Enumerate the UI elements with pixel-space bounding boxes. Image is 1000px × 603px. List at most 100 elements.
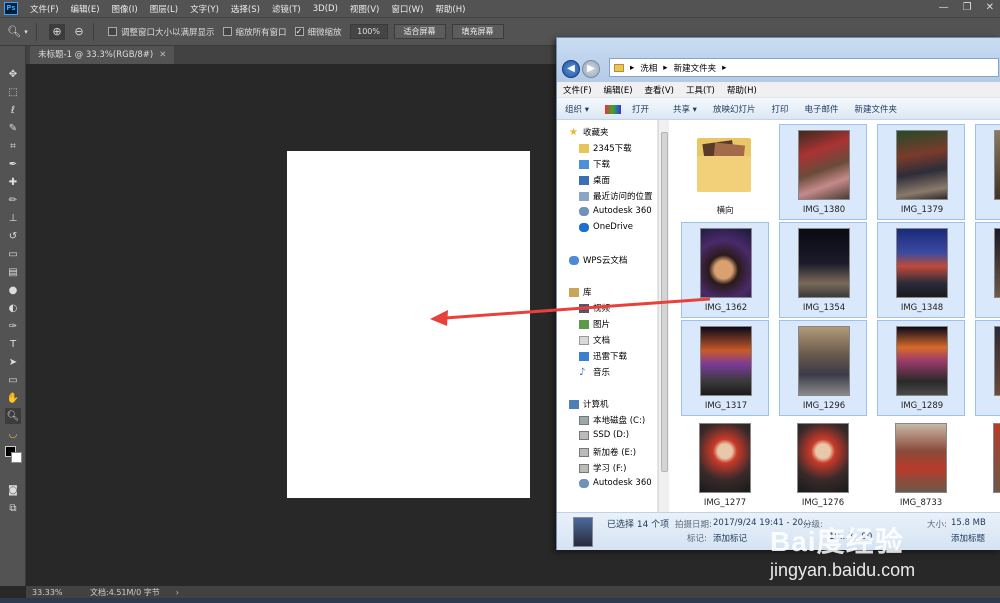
minimize-icon[interactable]: — <box>939 2 949 13</box>
file-item-image[interactable]: IMG_1317 <box>681 320 769 416</box>
menu-view[interactable]: 查看(V) <box>639 84 680 96</box>
forward-icon[interactable]: ▶ <box>582 60 600 78</box>
nav-item-recent[interactable]: 最近访问的位置 <box>579 190 653 202</box>
file-item-image[interactable]: IMG_1296 <box>779 320 867 416</box>
menu-view[interactable]: 视图(V) <box>344 3 385 15</box>
banana-tool-icon[interactable]: ◡ <box>5 426 21 442</box>
nav-item-onedrive[interactable]: OneDrive <box>579 222 633 232</box>
blur-tool-icon[interactable]: ● <box>5 282 21 298</box>
fit-screen-button[interactable]: 适合屏幕 <box>393 24 446 39</box>
nav-item-2345-download[interactable]: 2345下载 <box>579 142 632 154</box>
chevron-right-icon[interactable]: › <box>176 588 179 597</box>
menu-select[interactable]: 选择(S) <box>225 3 266 15</box>
quick-select-tool-icon[interactable]: ✎ <box>5 120 21 136</box>
file-item-image[interactable]: IMG_1276 <box>779 418 867 512</box>
gradient-tool-icon[interactable]: ▤ <box>5 264 21 280</box>
close-tab-icon[interactable]: ✕ <box>159 50 166 60</box>
document-canvas[interactable] <box>287 151 530 498</box>
crop-tool-icon[interactable]: ⌗ <box>5 138 21 154</box>
print-button[interactable]: 打印 <box>763 103 796 115</box>
nav-library[interactable]: 库 <box>569 286 592 298</box>
background-color-swatch[interactable] <box>11 452 22 463</box>
color-swap-icon[interactable] <box>5 444 22 463</box>
nav-drive-e[interactable]: 新加卷 (E:) <box>579 446 636 458</box>
zoom-all-checkbox[interactable]: 缩放所有窗口 <box>222 26 287 38</box>
close-icon[interactable]: ✕ <box>986 2 994 13</box>
menu-file[interactable]: 文件(F) <box>557 84 598 96</box>
share-button[interactable]: 共享 ▾ <box>665 103 705 115</box>
quick-mask-icon[interactable]: ◙ <box>5 482 21 498</box>
menu-help[interactable]: 帮助(H) <box>721 84 763 96</box>
restore-icon[interactable]: ❐ <box>963 2 972 13</box>
menu-image[interactable]: 图像(I) <box>106 3 144 15</box>
menu-help[interactable]: 帮助(H) <box>429 3 471 15</box>
nav-drive-f[interactable]: 学习 (F:) <box>579 462 626 474</box>
eraser-tool-icon[interactable]: ▭ <box>5 246 21 262</box>
breadcrumb-separator[interactable]: ▸ <box>630 63 634 73</box>
nav-item-videos[interactable]: 视频 <box>579 302 610 314</box>
eyedropper-tool-icon[interactable]: ✒ <box>5 156 21 172</box>
menu-window[interactable]: 窗口(W) <box>385 3 429 15</box>
menu-3d[interactable]: 3D(D) <box>307 4 344 14</box>
shape-tool-icon[interactable]: ▭ <box>5 372 21 388</box>
file-item-image[interactable] <box>975 124 1000 220</box>
scrollbar-thumb[interactable] <box>661 132 668 472</box>
nav-item-thunder[interactable]: 迅雷下载 <box>579 350 627 362</box>
zoom-in-icon[interactable]: ⊕ <box>49 23 65 40</box>
type-tool-icon[interactable]: T <box>5 336 21 352</box>
path-select-tool-icon[interactable]: ➤ <box>5 354 21 370</box>
file-item-image[interactable] <box>975 320 1000 416</box>
breadcrumb-item[interactable]: 洗相 <box>640 62 657 74</box>
menu-edit[interactable]: 编辑(E) <box>598 84 639 96</box>
menu-type[interactable]: 文字(Y) <box>184 3 225 15</box>
address-field[interactable]: ▸ 洗相 ▸ 新建文件夹 ▸ <box>609 58 999 77</box>
menu-tools[interactable]: 工具(T) <box>680 84 721 96</box>
breadcrumb-separator[interactable]: ▸ <box>663 63 667 73</box>
nav-item-music[interactable]: ♪ 音乐 <box>579 366 610 378</box>
nav-item-desktop[interactable]: 桌面 <box>579 174 610 186</box>
zoom-value-field[interactable]: 100% <box>349 24 388 39</box>
breadcrumb-separator[interactable]: ▸ <box>722 63 726 73</box>
email-button[interactable]: 电子邮件 <box>796 103 846 115</box>
dodge-tool-icon[interactable]: ◐ <box>5 300 21 316</box>
nav-item-pictures[interactable]: 图片 <box>579 318 610 330</box>
nav-wps[interactable]: WPS云文档 <box>569 254 627 266</box>
nav-drive-d[interactable]: SSD (D:) <box>579 430 629 440</box>
zoom-tool-icon[interactable]: 🔍︎ <box>6 24 22 40</box>
file-item-image[interactable]: IMG_1362 <box>681 222 769 318</box>
file-item-folder[interactable]: 横向 <box>681 124 769 220</box>
menu-filter[interactable]: 滤镜(T) <box>266 3 307 15</box>
nav-computer[interactable]: 计算机 <box>569 398 609 410</box>
zoom-tool-icon[interactable]: 🔍︎ <box>5 408 21 424</box>
nav-drive-c[interactable]: 本地磁盘 (C:) <box>579 414 645 426</box>
breadcrumb-item[interactable]: 新建文件夹 <box>674 62 717 74</box>
file-item-image[interactable]: IMG_1289 <box>877 320 965 416</box>
document-tab[interactable]: 未标题-1 @ 33.3%(RGB/8#) ✕ <box>30 46 175 64</box>
slideshow-button[interactable]: 放映幻灯片 <box>705 103 764 115</box>
file-item-image[interactable]: IMG_1380 <box>779 124 867 220</box>
file-item-image[interactable]: IMG_8733 <box>877 418 965 512</box>
chevron-down-icon[interactable]: ▾ <box>22 24 30 40</box>
zoom-out-icon[interactable]: ⊖ <box>71 24 87 40</box>
file-item-image[interactable]: IMG_1277 <box>681 418 769 512</box>
brush-tool-icon[interactable]: ✏ <box>5 192 21 208</box>
file-item-image[interactable] <box>975 222 1000 318</box>
nav-drive-autodesk[interactable]: Autodesk 360 <box>579 478 652 488</box>
zoom-readout[interactable]: 33.33% <box>32 588 82 597</box>
hand-tool-icon[interactable]: ✋ <box>5 390 21 406</box>
scrubby-zoom-checkbox[interactable]: ✓ 细微缩放 <box>294 26 342 38</box>
new-folder-button[interactable]: 新建文件夹 <box>847 103 906 115</box>
file-item-image[interactable]: IMG_1348 <box>877 222 965 318</box>
menu-edit[interactable]: 编辑(E) <box>65 3 106 15</box>
move-tool-icon[interactable]: ✥ <box>5 66 21 82</box>
nav-item-autodesk[interactable]: Autodesk 360 <box>579 206 652 216</box>
organize-button[interactable]: 组织 ▾ <box>557 103 597 115</box>
navigation-scrollbar[interactable] <box>658 120 669 512</box>
resize-windows-checkbox[interactable]: 调整窗口大小以满屏显示 <box>108 26 215 38</box>
clone-stamp-tool-icon[interactable]: ⊥ <box>5 210 21 226</box>
screen-mode-icon[interactable]: ⧉ <box>5 500 21 516</box>
nav-item-downloads[interactable]: 下载 <box>579 158 610 170</box>
healing-brush-tool-icon[interactable]: ✚ <box>5 174 21 190</box>
file-item-image[interactable]: IMG_1354 <box>779 222 867 318</box>
nav-item-documents[interactable]: 文档 <box>579 334 610 346</box>
